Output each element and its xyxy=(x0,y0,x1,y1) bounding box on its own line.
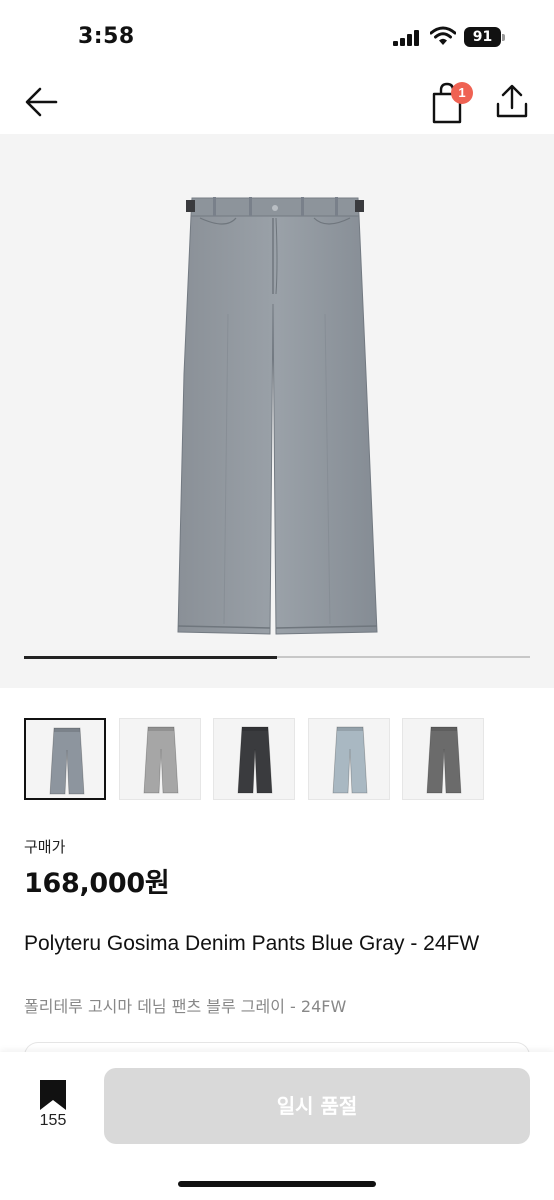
thumbnail-jeans-image xyxy=(143,726,178,794)
wishlist-count: 155 xyxy=(39,1112,67,1129)
color-thumbnail[interactable] xyxy=(213,718,295,800)
bottom-action-bar: 155 일시 품절 xyxy=(0,1052,554,1200)
thumbnail-jeans-image xyxy=(237,726,273,794)
product-image-carousel[interactable] xyxy=(0,134,554,688)
price-label: 구매가 xyxy=(24,838,66,856)
share-icon xyxy=(496,84,528,118)
product-image-jeans xyxy=(177,197,378,635)
thumbnail-jeans-image xyxy=(49,727,85,795)
sold-out-button[interactable]: 일시 품절 xyxy=(104,1068,530,1144)
color-thumbnail[interactable] xyxy=(402,718,484,800)
nav-bar: 1 xyxy=(0,72,554,134)
color-thumbnail[interactable] xyxy=(24,718,106,800)
status-time: 3:58 xyxy=(78,24,135,49)
price-value: 168,000원 xyxy=(24,868,170,899)
color-thumbnail[interactable] xyxy=(307,718,390,800)
color-thumbnails xyxy=(24,718,530,800)
product-subtitle: 폴리테루 고시마 데님 팬츠 블루 그레이 - 24FW xyxy=(24,997,347,1016)
back-arrow-icon xyxy=(25,87,58,117)
wifi-icon xyxy=(429,26,457,46)
thumbnail-jeans-image xyxy=(332,726,367,794)
cart-badge: 1 xyxy=(451,82,473,104)
back-button[interactable] xyxy=(22,84,62,120)
product-title: Polyteru Gosima Denim Pants Blue Gray - … xyxy=(24,932,480,955)
color-thumbnail[interactable] xyxy=(118,718,201,800)
share-button[interactable] xyxy=(494,82,530,122)
cellular-signal-icon xyxy=(393,30,421,46)
wishlist-button[interactable]: 155 xyxy=(24,1074,82,1138)
battery-icon: 91 xyxy=(464,27,506,47)
thumbnail-jeans-image xyxy=(426,726,462,794)
carousel-progress xyxy=(24,655,530,659)
bookmark-icon xyxy=(40,1080,66,1110)
cart-button[interactable]: 1 xyxy=(428,80,476,124)
battery-level: 91 xyxy=(464,27,501,47)
status-bar: 3:58 91 xyxy=(0,0,554,72)
home-indicator xyxy=(178,1181,376,1187)
carousel-progress-fill xyxy=(24,655,277,659)
